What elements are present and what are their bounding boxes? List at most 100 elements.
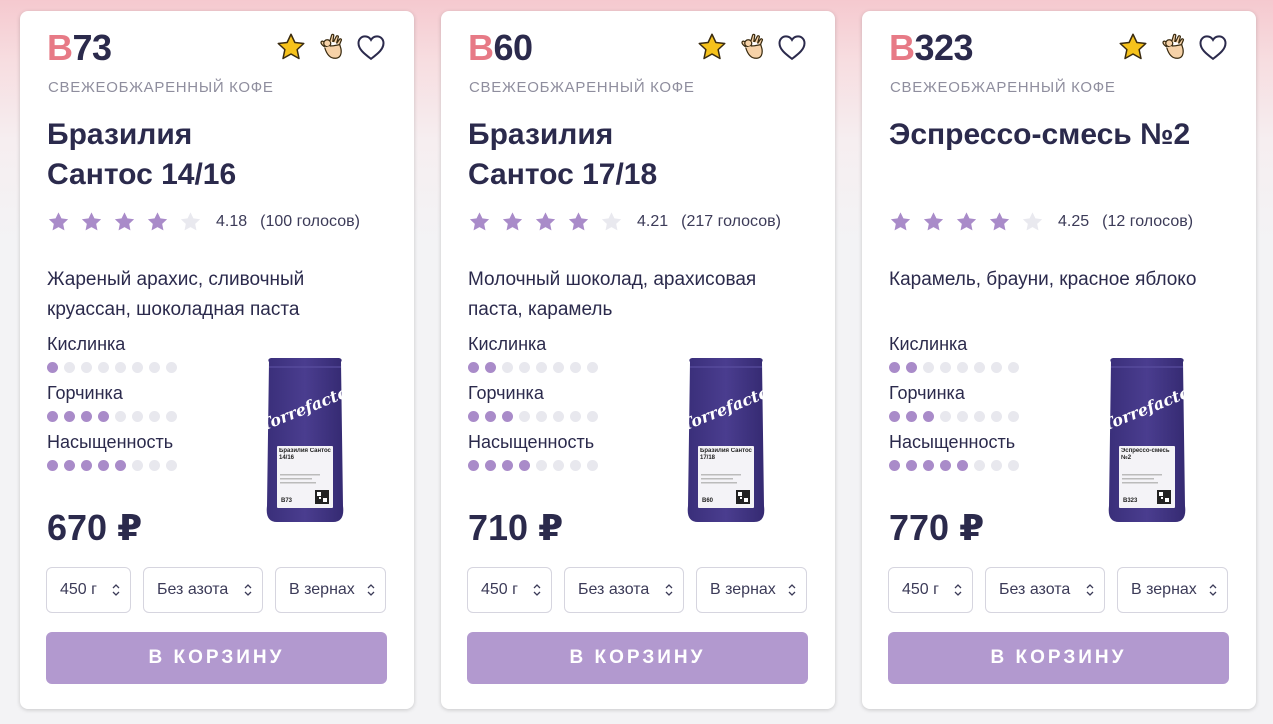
rating-star-filled[interactable] — [501, 211, 524, 233]
rating-star-empty[interactable] — [600, 211, 623, 233]
chevron-updown-icon — [1086, 584, 1094, 596]
rating-votes[interactable]: (217 голосов) — [681, 213, 781, 231]
level-dot-filled — [906, 411, 917, 422]
level-dot-empty — [974, 460, 985, 471]
nitrogen-select[interactable]: Без азота — [985, 567, 1105, 613]
coffee-bag-image[interactable]: Torrefacto Эспрессо-смесь №2 B323 — [1099, 356, 1193, 524]
level-dot-empty — [98, 362, 109, 373]
level-dot-filled — [519, 460, 530, 471]
level-dot-empty — [166, 362, 177, 373]
weight-select-value: 450 г — [481, 581, 518, 598]
taste-level-dots — [47, 460, 177, 471]
taste-attribute: Насыщенность — [468, 431, 598, 480]
star-icon[interactable] — [696, 31, 728, 63]
taste-attribute-label: Кислинка — [468, 334, 547, 354]
rating-star-filled[interactable] — [534, 211, 557, 233]
product-title[interactable]: Эспрессо-смесь №2 — [889, 115, 1229, 155]
rating: 4.25 (12 голосов) — [889, 211, 1193, 233]
rating-star-filled[interactable] — [113, 211, 136, 233]
price: 710 ₽ — [468, 507, 564, 548]
rating-star-filled[interactable] — [955, 211, 978, 233]
ok-hand-icon[interactable] — [315, 31, 347, 63]
grind-select[interactable]: В зернах — [275, 567, 386, 613]
level-dot-empty — [536, 362, 547, 373]
product-code-letter: B — [889, 27, 915, 68]
weight-select-value: 450 г — [60, 581, 97, 598]
level-dot-empty — [570, 460, 581, 471]
coffee-bag-image[interactable]: Torrefacto Бразилия Сантос 17/18 B60 — [678, 356, 772, 524]
chevron-updown-icon — [367, 584, 375, 596]
level-dot-filled — [889, 460, 900, 471]
taste-profile: Кислинка Горчинка Насыщенность — [47, 333, 177, 480]
bag-label: Бразилия Сантос 17/18 — [700, 448, 752, 461]
level-dot-empty — [1008, 362, 1019, 373]
level-dot-filled — [98, 460, 109, 471]
level-dot-empty — [519, 362, 530, 373]
rating-star-empty[interactable] — [179, 211, 202, 233]
weight-select[interactable]: 450 г — [46, 567, 131, 613]
chevron-updown-icon — [788, 584, 796, 596]
level-dot-filled — [468, 460, 479, 471]
rating-star-filled[interactable] — [80, 211, 103, 233]
card-actions — [696, 31, 808, 63]
rating-star-empty[interactable] — [1021, 211, 1044, 233]
add-to-cart-button[interactable]: В КОРЗИНУ — [46, 632, 387, 684]
taste-attribute: Кислинка — [47, 333, 177, 382]
rating: 4.21 (217 голосов) — [468, 211, 781, 233]
weight-select[interactable]: 450 г — [467, 567, 552, 613]
grind-select[interactable]: В зернах — [1117, 567, 1228, 613]
taste-profile: Кислинка Горчинка Насыщенность — [468, 333, 598, 480]
rating-votes[interactable]: (100 голосов) — [260, 213, 360, 231]
bag-label: Бразилия Сантос 14/16 — [279, 448, 331, 461]
level-dot-empty — [81, 362, 92, 373]
level-dot-filled — [468, 411, 479, 422]
add-to-cart-button[interactable]: В КОРЗИНУ — [467, 632, 808, 684]
options: 450 г Без азота В зернах — [888, 567, 1228, 613]
rating-star-filled[interactable] — [988, 211, 1011, 233]
level-dot-filled — [502, 411, 513, 422]
heart-icon[interactable] — [1197, 31, 1229, 63]
ok-hand-icon[interactable] — [1157, 31, 1189, 63]
level-dot-filled — [923, 460, 934, 471]
weight-select[interactable]: 450 г — [888, 567, 973, 613]
rating-star-filled[interactable] — [922, 211, 945, 233]
star-icon[interactable] — [275, 31, 307, 63]
rating-star-filled[interactable] — [146, 211, 169, 233]
level-dot-filled — [81, 411, 92, 422]
nitrogen-select[interactable]: Без азота — [143, 567, 263, 613]
chevron-updown-icon — [954, 584, 962, 596]
heart-icon[interactable] — [355, 31, 387, 63]
rating-star-filled[interactable] — [889, 211, 912, 233]
level-dot-empty — [553, 362, 564, 373]
taste-attribute: Горчинка — [47, 382, 177, 431]
rating-star-filled[interactable] — [567, 211, 590, 233]
level-dot-empty — [974, 411, 985, 422]
rating-star-filled[interactable] — [468, 211, 491, 233]
ok-hand-icon[interactable] — [736, 31, 768, 63]
coffee-bag-image[interactable]: Torrefacto Бразилия Сантос 14/16 B73 — [257, 356, 351, 524]
grind-select[interactable]: В зернах — [696, 567, 807, 613]
product-title[interactable]: Бразилия Сантос 17/18 — [468, 115, 808, 195]
taste-attribute-label: Горчинка — [468, 383, 544, 403]
taste-level-dots — [47, 411, 177, 422]
level-dot-empty — [553, 411, 564, 422]
taste-level-dots — [468, 460, 598, 471]
level-dot-filled — [485, 411, 496, 422]
rating-star-filled[interactable] — [47, 211, 70, 233]
level-dot-filled — [47, 411, 58, 422]
add-to-cart-button[interactable]: В КОРЗИНУ — [888, 632, 1229, 684]
level-dot-empty — [132, 362, 143, 373]
chevron-updown-icon — [533, 584, 541, 596]
product-title[interactable]: Бразилия Сантос 14/16 — [47, 115, 387, 195]
grind-select-value: В зернах — [289, 581, 355, 598]
taste-attribute: Кислинка — [468, 333, 598, 382]
nitrogen-select[interactable]: Без азота — [564, 567, 684, 613]
heart-icon[interactable] — [776, 31, 808, 63]
rating-votes[interactable]: (12 голосов) — [1102, 213, 1193, 231]
card-actions — [1117, 31, 1229, 63]
level-dot-empty — [536, 411, 547, 422]
taste-notes: Молочный шоколад, арахисовая паста, кара… — [468, 269, 757, 320]
star-icon[interactable] — [1117, 31, 1149, 63]
level-dot-empty — [64, 362, 75, 373]
level-dot-empty — [115, 362, 126, 373]
